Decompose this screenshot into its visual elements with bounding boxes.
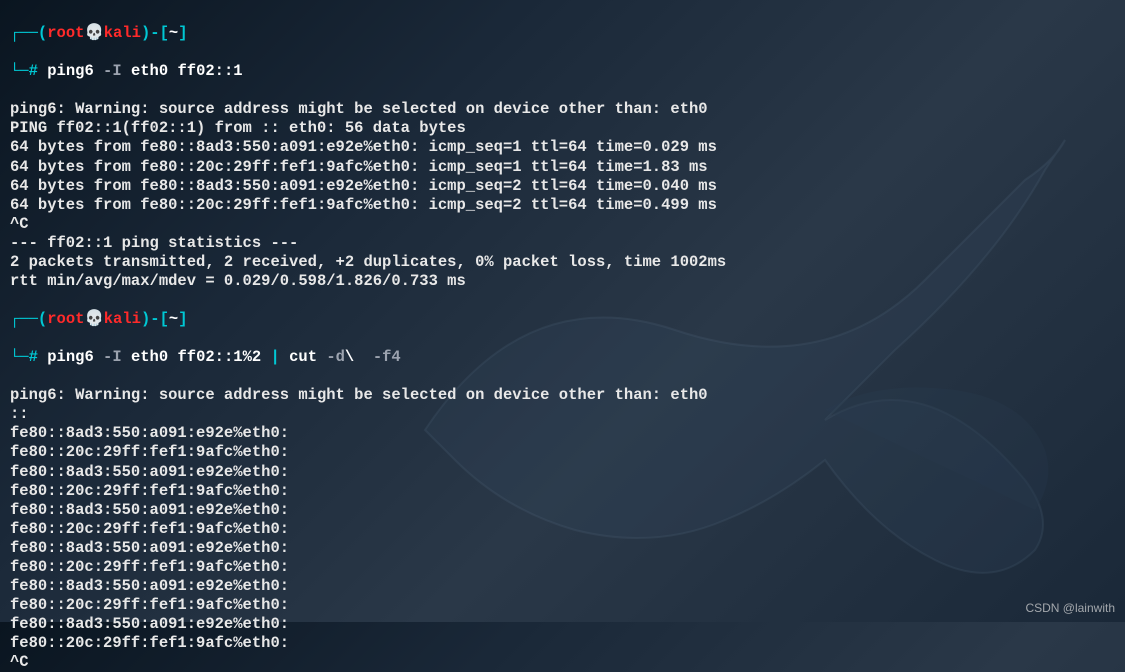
skull-icon: 💀 (84, 310, 103, 328)
output-addr-8: fe80::20c:29ff:fef1:9afc%eth0: (10, 558, 289, 576)
output-stats-header: --- ff02::1 ping statistics --- (10, 234, 298, 252)
prompt-line-1-cmd: └─# ping6 -I eth0 ff02::1 (10, 62, 1115, 81)
output-addr-2: fe80::20c:29ff:fef1:9afc%eth0: (10, 443, 289, 461)
prompt-line-2-top: ┌──(root💀kali)-[~] (10, 310, 1115, 329)
output-addr-12: fe80::20c:29ff:fef1:9afc%eth0: (10, 634, 289, 652)
skull-icon: 💀 (84, 24, 103, 42)
output-addr-6: fe80::20c:29ff:fef1:9afc%eth0: (10, 520, 289, 538)
output-reply-4: 64 bytes from fe80::20c:29ff:fef1:9afc%e… (10, 196, 717, 214)
output-reply-3: 64 bytes from fe80::8ad3:550:a091:e92e%e… (10, 177, 717, 195)
output-warning-1: ping6: Warning: source address might be … (10, 100, 708, 118)
output-addr-5: fe80::8ad3:550:a091:e92e%eth0: (10, 501, 289, 519)
pipe-icon: | (270, 348, 279, 366)
output-addr-3: fe80::8ad3:550:a091:e92e%eth0: (10, 463, 289, 481)
output-addr-4: fe80::20c:29ff:fef1:9afc%eth0: (10, 482, 289, 500)
command-2: ping6 -I eth0 ff02::1%2 | cut -d\ -f4 (38, 348, 401, 366)
prompt-line-2-cmd: └─# ping6 -I eth0 ff02::1%2 | cut -d\ -f… (10, 348, 1115, 367)
output-addr-0: :: (10, 405, 29, 423)
output-addr-11: fe80::8ad3:550:a091:e92e%eth0: (10, 615, 289, 633)
output-interrupt-2: ^C (10, 653, 29, 671)
output-ping-header: PING ff02::1(ff02::1) from :: eth0: 56 d… (10, 119, 466, 137)
output-stats-2: rtt min/avg/max/mdev = 0.029/0.598/1.826… (10, 272, 466, 290)
blank-line (10, 291, 19, 309)
output-addr-9: fe80::8ad3:550:a091:e92e%eth0: (10, 577, 289, 595)
output-addr-1: fe80::8ad3:550:a091:e92e%eth0: (10, 424, 289, 442)
prompt-line-1-top: ┌──(root💀kali)-[~] (10, 24, 1115, 43)
terminal-output[interactable]: ┌──(root💀kali)-[~] └─# ping6 -I eth0 ff0… (10, 5, 1115, 672)
command-1: ping6 -I eth0 ff02::1 (38, 62, 243, 80)
output-addr-10: fe80::20c:29ff:fef1:9afc%eth0: (10, 596, 289, 614)
output-reply-2: 64 bytes from fe80::20c:29ff:fef1:9afc%e… (10, 158, 708, 176)
output-addr-7: fe80::8ad3:550:a091:e92e%eth0: (10, 539, 289, 557)
output-stats-1: 2 packets transmitted, 2 received, +2 du… (10, 253, 726, 271)
output-warning-2: ping6: Warning: source address might be … (10, 386, 708, 404)
output-reply-1: 64 bytes from fe80::8ad3:550:a091:e92e%e… (10, 138, 717, 156)
output-interrupt-1: ^C (10, 215, 29, 233)
csdn-watermark: CSDN @lainwith (1025, 601, 1115, 616)
